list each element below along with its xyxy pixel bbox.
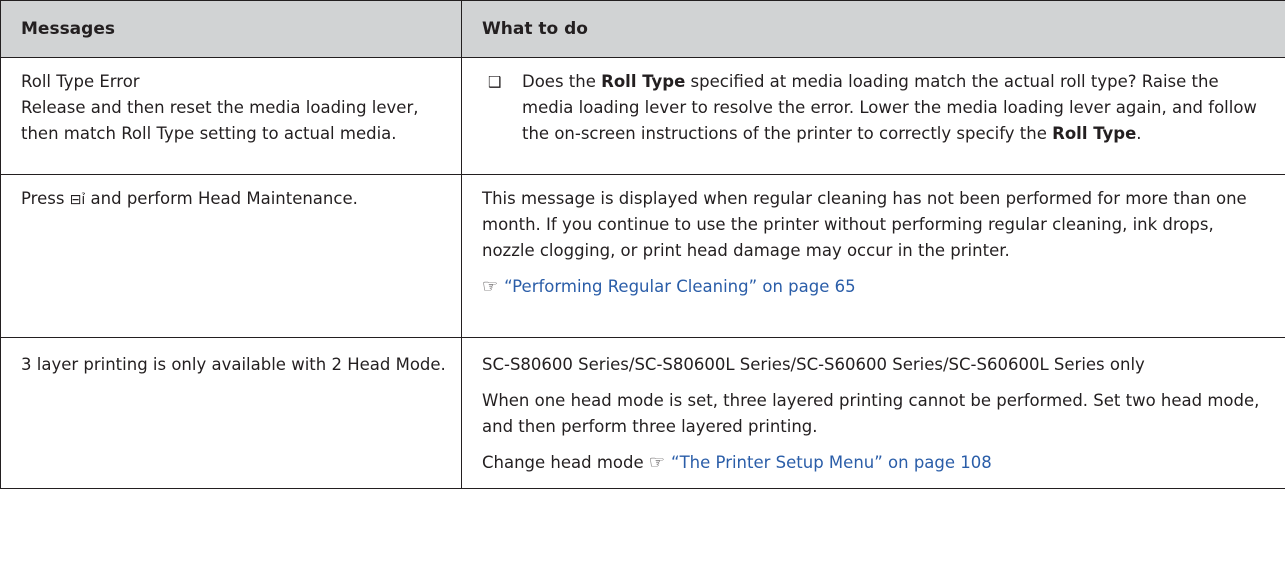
cross-reference: ☞ “Performing Regular Cleaning” on page 6… (482, 274, 1271, 300)
message-line: Roll Type Error (21, 72, 140, 91)
message-cell: Press ⊟ỉ and perform Head Maintenance. (0, 174, 462, 338)
message-line: Release and then reset the media loading… (21, 98, 419, 143)
model-note: SC-S80600 Series/SC-S80600L Series/SC-S6… (482, 355, 1145, 374)
roll-type-term: Roll Type (601, 72, 686, 91)
cross-reference: Change head mode ☞ “The Printer Setup Men… (482, 452, 992, 473)
table-row: 3 layer printing is only available with … (0, 337, 1285, 489)
table-row: Roll Type Error Release and then reset t… (0, 57, 1285, 175)
reference-icon: ☞ (482, 276, 499, 297)
action-text: Does the Roll Type specified at media lo… (522, 72, 1257, 143)
action-text: This message is displayed when regular c… (482, 189, 1247, 260)
action-cell: ❑ Does the Roll Type specified at media … (461, 57, 1285, 175)
cross-reference-link[interactable]: “The Printer Setup Menu” on page 108 (671, 453, 992, 472)
checkbox-bullet-icon: ❑ (488, 73, 502, 91)
messages-table: Messages What to do Roll Type Error Rele… (0, 0, 1285, 489)
maintenance-button-icon: ⊟ỉ (69, 192, 86, 208)
action-cell: This message is displayed when regular c… (461, 174, 1285, 338)
checklist-item: ❑ Does the Roll Type specified at media … (482, 69, 1271, 147)
action-cell: SC-S80600 Series/SC-S80600L Series/SC-S6… (461, 337, 1285, 489)
table-header-row: Messages What to do (0, 0, 1285, 58)
table-row: Press ⊟ỉ and perform Head Maintenance. T… (0, 174, 1285, 338)
message-cell: Roll Type Error Release and then reset t… (0, 57, 462, 175)
reference-icon: ☞ (648, 452, 666, 473)
roll-type-term: Roll Type (1052, 124, 1137, 143)
action-text: When one head mode is set, three layered… (482, 391, 1260, 436)
cross-reference-link[interactable]: “Performing Regular Cleaning” on page 65 (504, 277, 855, 296)
message-cell: 3 layer printing is only available with … (0, 337, 462, 489)
header-messages: Messages (0, 0, 462, 58)
header-what-to-do: What to do (461, 0, 1285, 58)
